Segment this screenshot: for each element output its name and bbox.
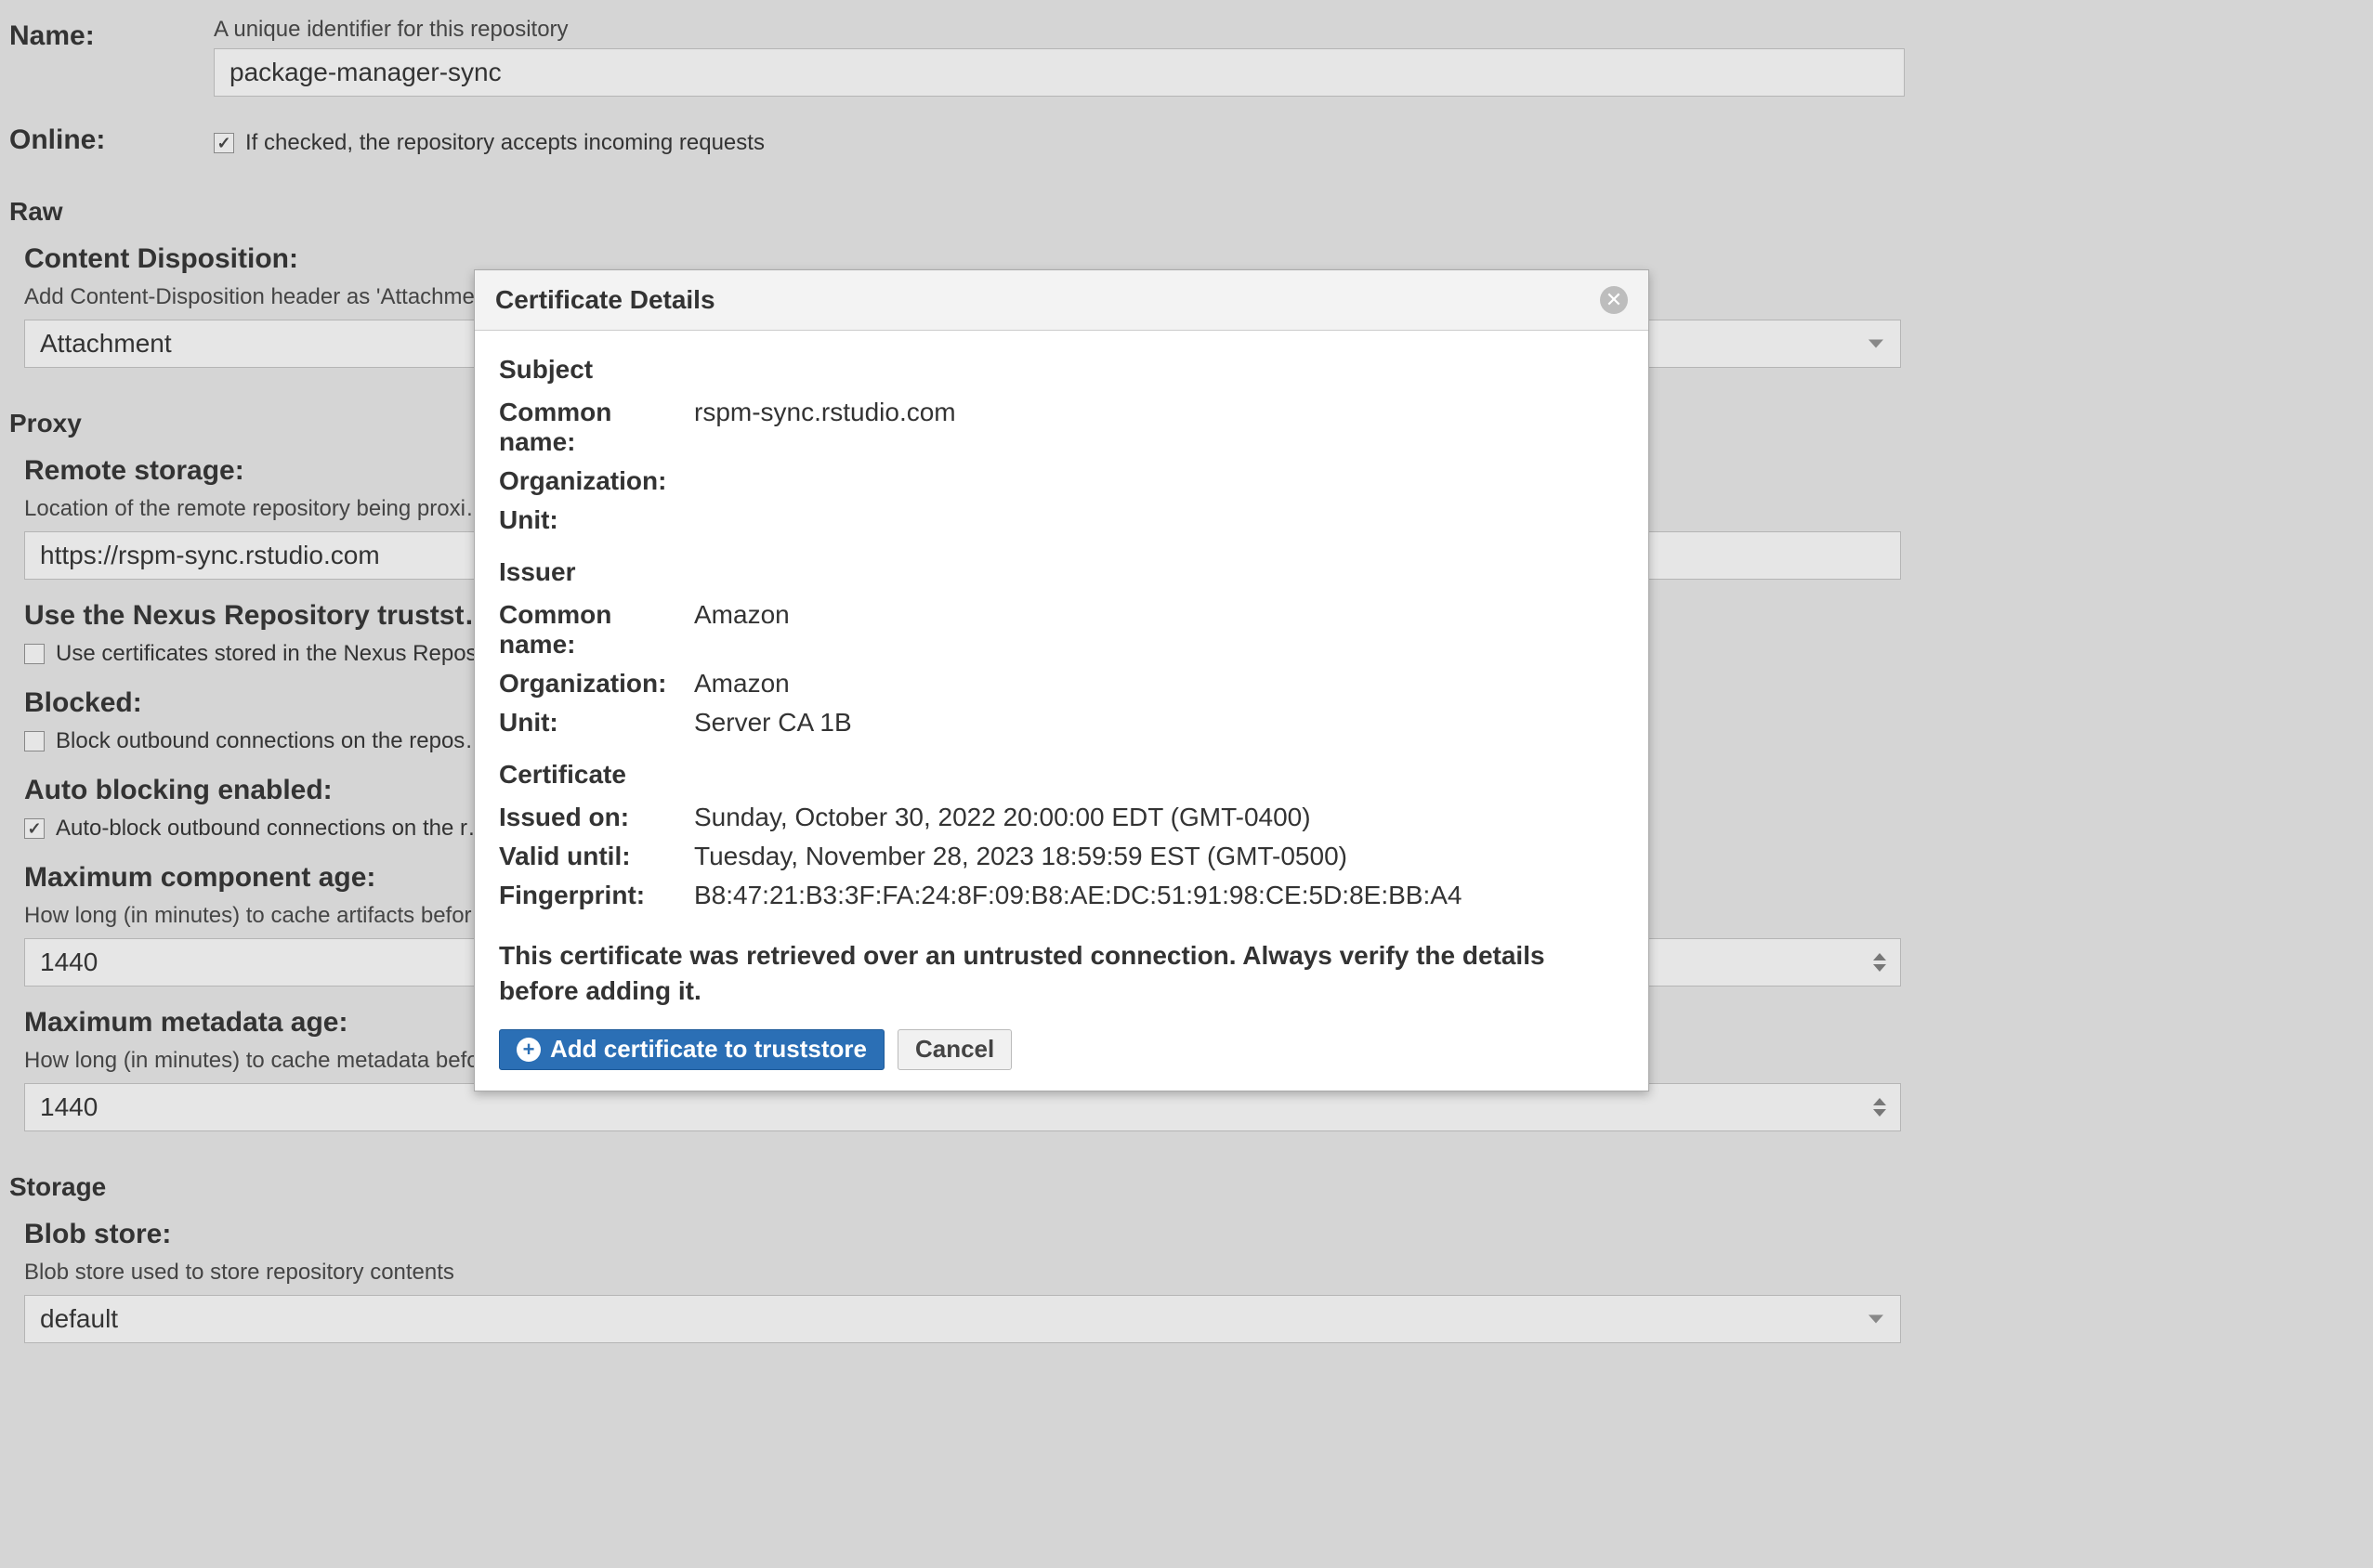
issued-on-label: Issued on: — [499, 803, 694, 832]
cert-warning: This certificate was retrieved over an u… — [499, 938, 1624, 1009]
certificate-dialog: Certificate Details ✕ Subject Common nam… — [474, 269, 1649, 1091]
add-button-label: Add certificate to truststore — [550, 1035, 867, 1064]
valid-until-value: Tuesday, November 28, 2023 18:59:59 EST … — [694, 842, 1347, 871]
certificate-heading: Certificate — [499, 760, 1624, 790]
issuer-org-label: Organization: — [499, 669, 694, 699]
subject-org-label: Organization: — [499, 466, 694, 496]
issuer-org-value: Amazon — [694, 669, 790, 699]
add-to-truststore-button[interactable]: + Add certificate to truststore — [499, 1029, 885, 1070]
plus-icon: + — [517, 1038, 541, 1062]
subject-heading: Subject — [499, 355, 1624, 385]
modal-overlay: Certificate Details ✕ Subject Common nam… — [0, 0, 2373, 1568]
fingerprint-value: B8:47:21:B3:3F:FA:24:8F:09:B8:AE:DC:51:9… — [694, 881, 1462, 910]
subject-cn-label: Common name: — [499, 398, 694, 457]
close-button[interactable]: ✕ — [1600, 286, 1628, 314]
issued-on-value: Sunday, October 30, 2022 20:00:00 EDT (G… — [694, 803, 1311, 832]
close-icon: ✕ — [1606, 288, 1622, 312]
subject-unit-label: Unit: — [499, 505, 694, 535]
subject-cn-value: rspm-sync.rstudio.com — [694, 398, 956, 427]
cancel-button-label: Cancel — [915, 1035, 994, 1064]
issuer-cn-label: Common name: — [499, 600, 694, 660]
issuer-heading: Issuer — [499, 557, 1624, 587]
dialog-title: Certificate Details — [495, 285, 715, 315]
issuer-cn-value: Amazon — [694, 600, 790, 630]
valid-until-label: Valid until: — [499, 842, 694, 871]
issuer-unit-value: Server CA 1B — [694, 708, 852, 738]
issuer-unit-label: Unit: — [499, 708, 694, 738]
fingerprint-label: Fingerprint: — [499, 881, 694, 910]
cancel-button[interactable]: Cancel — [898, 1029, 1012, 1070]
